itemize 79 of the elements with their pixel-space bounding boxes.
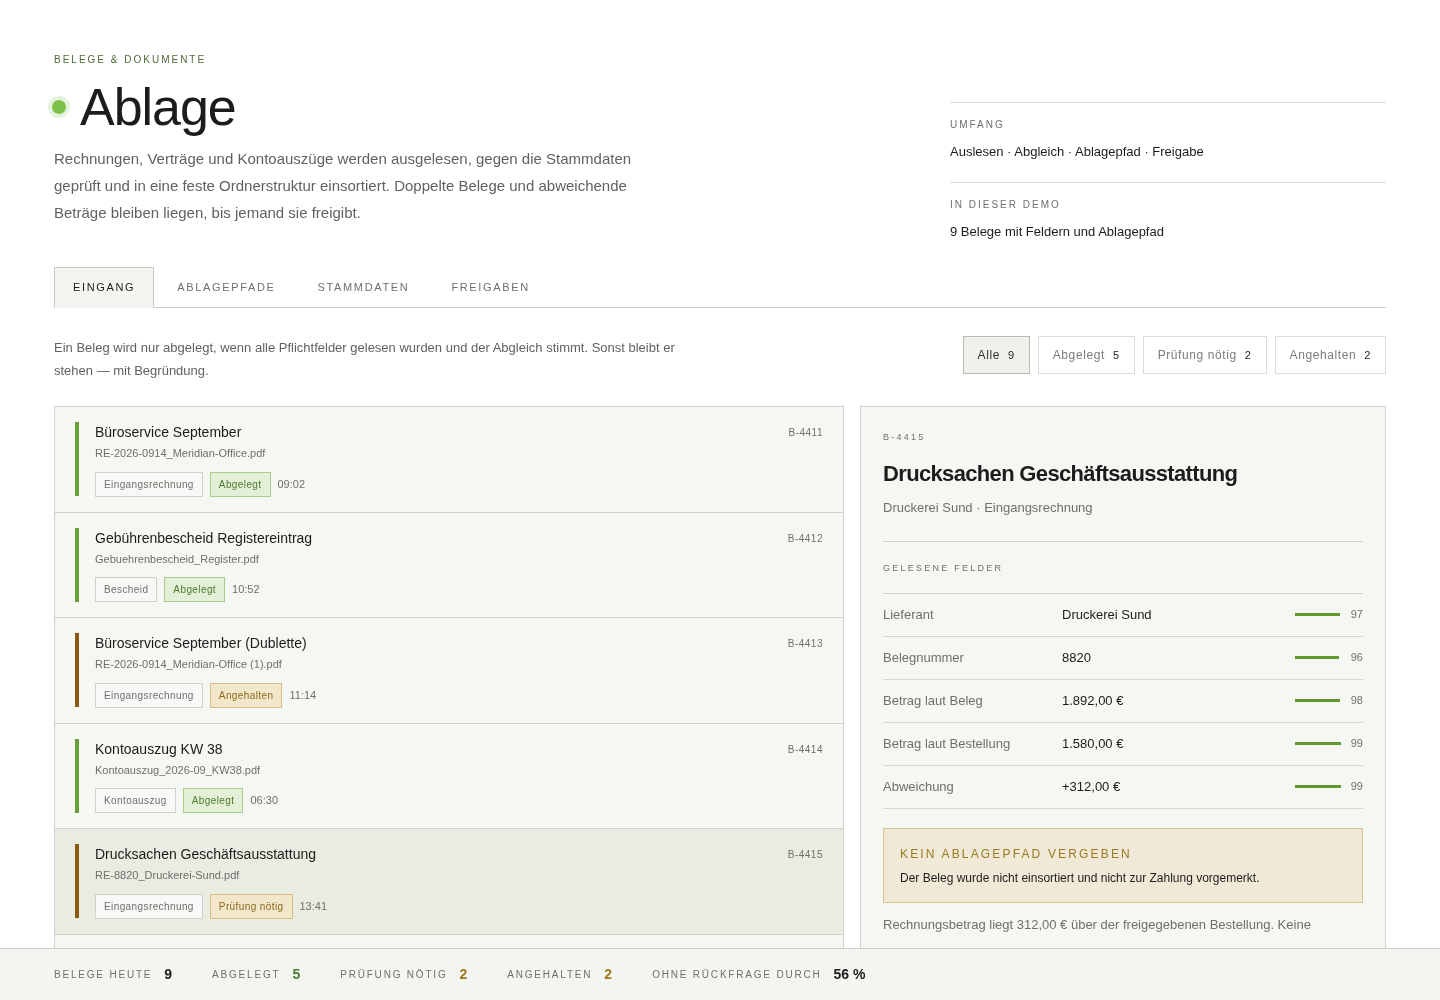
tab[interactable]: ABLAGEPFADE [158, 267, 295, 308]
field-label: Betrag laut Beleg [883, 691, 984, 710]
fact-value: 9 Belege mit Feldern und Ablagepfad [950, 222, 1165, 241]
detail-title: Drucksachen Geschäftsausstattung [883, 459, 1239, 488]
fact-label: UMFANG [950, 118, 1006, 132]
confidence-score: 96 [1349, 650, 1363, 666]
file-name: Gebuehrenbescheid_Register.pdf [95, 551, 260, 567]
field-value: Druckerei Sund [1062, 605, 1153, 624]
detail-id: B-4415 [883, 431, 927, 444]
document-id: B-4414 [787, 742, 823, 757]
filter-button[interactable]: Alle 9 [962, 336, 1030, 374]
field-value: 1.892,00 € [1062, 691, 1125, 710]
confidence-score: 98 [1349, 693, 1363, 709]
stat-value: 2 [604, 965, 613, 984]
file-name: Kontoauszug_2026-09_KW38.pdf [95, 762, 262, 778]
filter-button[interactable]: Angehalten 2 [1274, 336, 1386, 374]
field-value: +312,00 € [1062, 777, 1122, 796]
filter-button[interactable]: Prüfung nötig 2 [1142, 336, 1267, 374]
document-id: B-4412 [787, 531, 823, 546]
field-label: Lieferant [883, 605, 935, 624]
stat-value: 56 % [833, 965, 866, 984]
file-name: RE-2026-0914_Meridian-Office.pdf [95, 446, 267, 461]
stat-label: ANGEHALTEN [507, 968, 593, 982]
time-text: 11:14 [289, 687, 317, 703]
type-tag: Eingangsrechnung [95, 893, 203, 919]
time-text: 06:30 [250, 793, 278, 809]
document-id: B-4415 [787, 848, 823, 862]
stat-label: PRÜFUNG NÖTIG [340, 968, 448, 982]
stat-value: 2 [459, 965, 468, 984]
page-title: Ablage [80, 79, 236, 135]
tab[interactable]: FREIGABEN [432, 267, 549, 308]
detail-subtitle: Druckerei Sund · Eingangsrechnung [883, 498, 1094, 517]
confidence-score: 99 [1349, 779, 1363, 795]
section-label: GELESENE FELDER [883, 562, 1005, 575]
document-title: Büroservice September [95, 423, 243, 442]
document-title: Kontoauszug KW 38 [95, 739, 224, 759]
stat-value: 9 [164, 965, 173, 984]
document-row[interactable]: Drucksachen Geschäftsausstattung RE-8820_Druckerei-Sund.pdf Eingangsrechnung Prüfung nötig 13:41 B-4415 [55, 829, 843, 935]
field-value: 8820 [1062, 648, 1092, 667]
field-label: Betrag laut Bestellung [883, 734, 1012, 753]
type-tag: Kontoauszug [95, 788, 176, 813]
fact-value: Auslesen · Abgleich · Ablagepfad · Freigabe [950, 143, 1205, 161]
file-name: RE-2026-0914_Meridian-Office (1).pdf [95, 657, 283, 672]
status-tag: Abgelegt [182, 788, 244, 813]
eyebrow: BELEGE & DOKUMENTE [54, 53, 208, 67]
filter-button[interactable]: Abgelegt 5 [1037, 336, 1135, 374]
document-id: B-4411 [788, 426, 823, 440]
status-tag: Angehalten [209, 682, 283, 708]
fact-label: IN DIESER DEMO [950, 197, 1062, 212]
warning-text: Der Beleg wurde nicht einsortiert und nicht zur Zahlung vorgemerkt. [900, 869, 1261, 887]
time-text: 13:41 [299, 898, 328, 914]
tab[interactable]: EINGANG [54, 267, 155, 308]
reason-text: Rechnungsbetrag liegt 312,00 € über der freigegebenen Bestellung. Keine [883, 915, 1312, 934]
stat-label: OHNE RÜCKFRAGE DURCH [652, 968, 822, 982]
type-tag: Bescheid [95, 577, 158, 602]
time-text: 09:02 [277, 476, 306, 492]
status-tag: Abgelegt [209, 471, 271, 497]
document-title: Gebührenbescheid Registereintrag [95, 528, 314, 548]
confidence-score: 97 [1349, 607, 1363, 623]
confidence-score: 99 [1349, 736, 1363, 752]
field-label: Belegnummer [883, 648, 965, 667]
type-tag: Eingangsrechnung [95, 682, 203, 708]
warning-title: KEIN ABLAGEPFAD VERGEBEN [900, 845, 1133, 863]
tab[interactable]: STAMMDATEN [298, 267, 429, 308]
status-tag: Abgelegt [164, 577, 226, 602]
file-name: RE-8820_Druckerei-Sund.pdf [95, 868, 241, 883]
stat-label: BELEGE HEUTE [54, 968, 153, 982]
stat-value: 5 [292, 965, 301, 984]
field-label: Abweichung [883, 777, 955, 796]
document-title: Büroservice September (Dublette) [95, 634, 308, 653]
intro-text: Rechnungen, Verträge und Kontoauszüge werden ausgelesen, gegen die Stammdaten geprüft und in eine feste Ordnerstruktur einsortiert. Doppelte Belege und abweichende Beträge bleiben liegen, bis jemand sie freigibt. [54, 149, 633, 223]
rule-note: Ein Beleg wird nur abgelegt, wenn alle Pflichtfelder gelesen wurden und der Abgleich stimmt. Sonst bleibt er stehen — mit Begründung. [54, 339, 676, 380]
status-tag: Prüfung nötig [209, 893, 293, 919]
stat-label: ABGELEGT [212, 968, 281, 982]
type-tag: Eingangsrechnung [95, 471, 203, 497]
field-value: 1.580,00 € [1062, 734, 1125, 753]
document-title: Drucksachen Geschäftsausstattung [95, 845, 317, 864]
time-text: 10:52 [232, 582, 260, 598]
document-id: B-4413 [787, 637, 823, 651]
